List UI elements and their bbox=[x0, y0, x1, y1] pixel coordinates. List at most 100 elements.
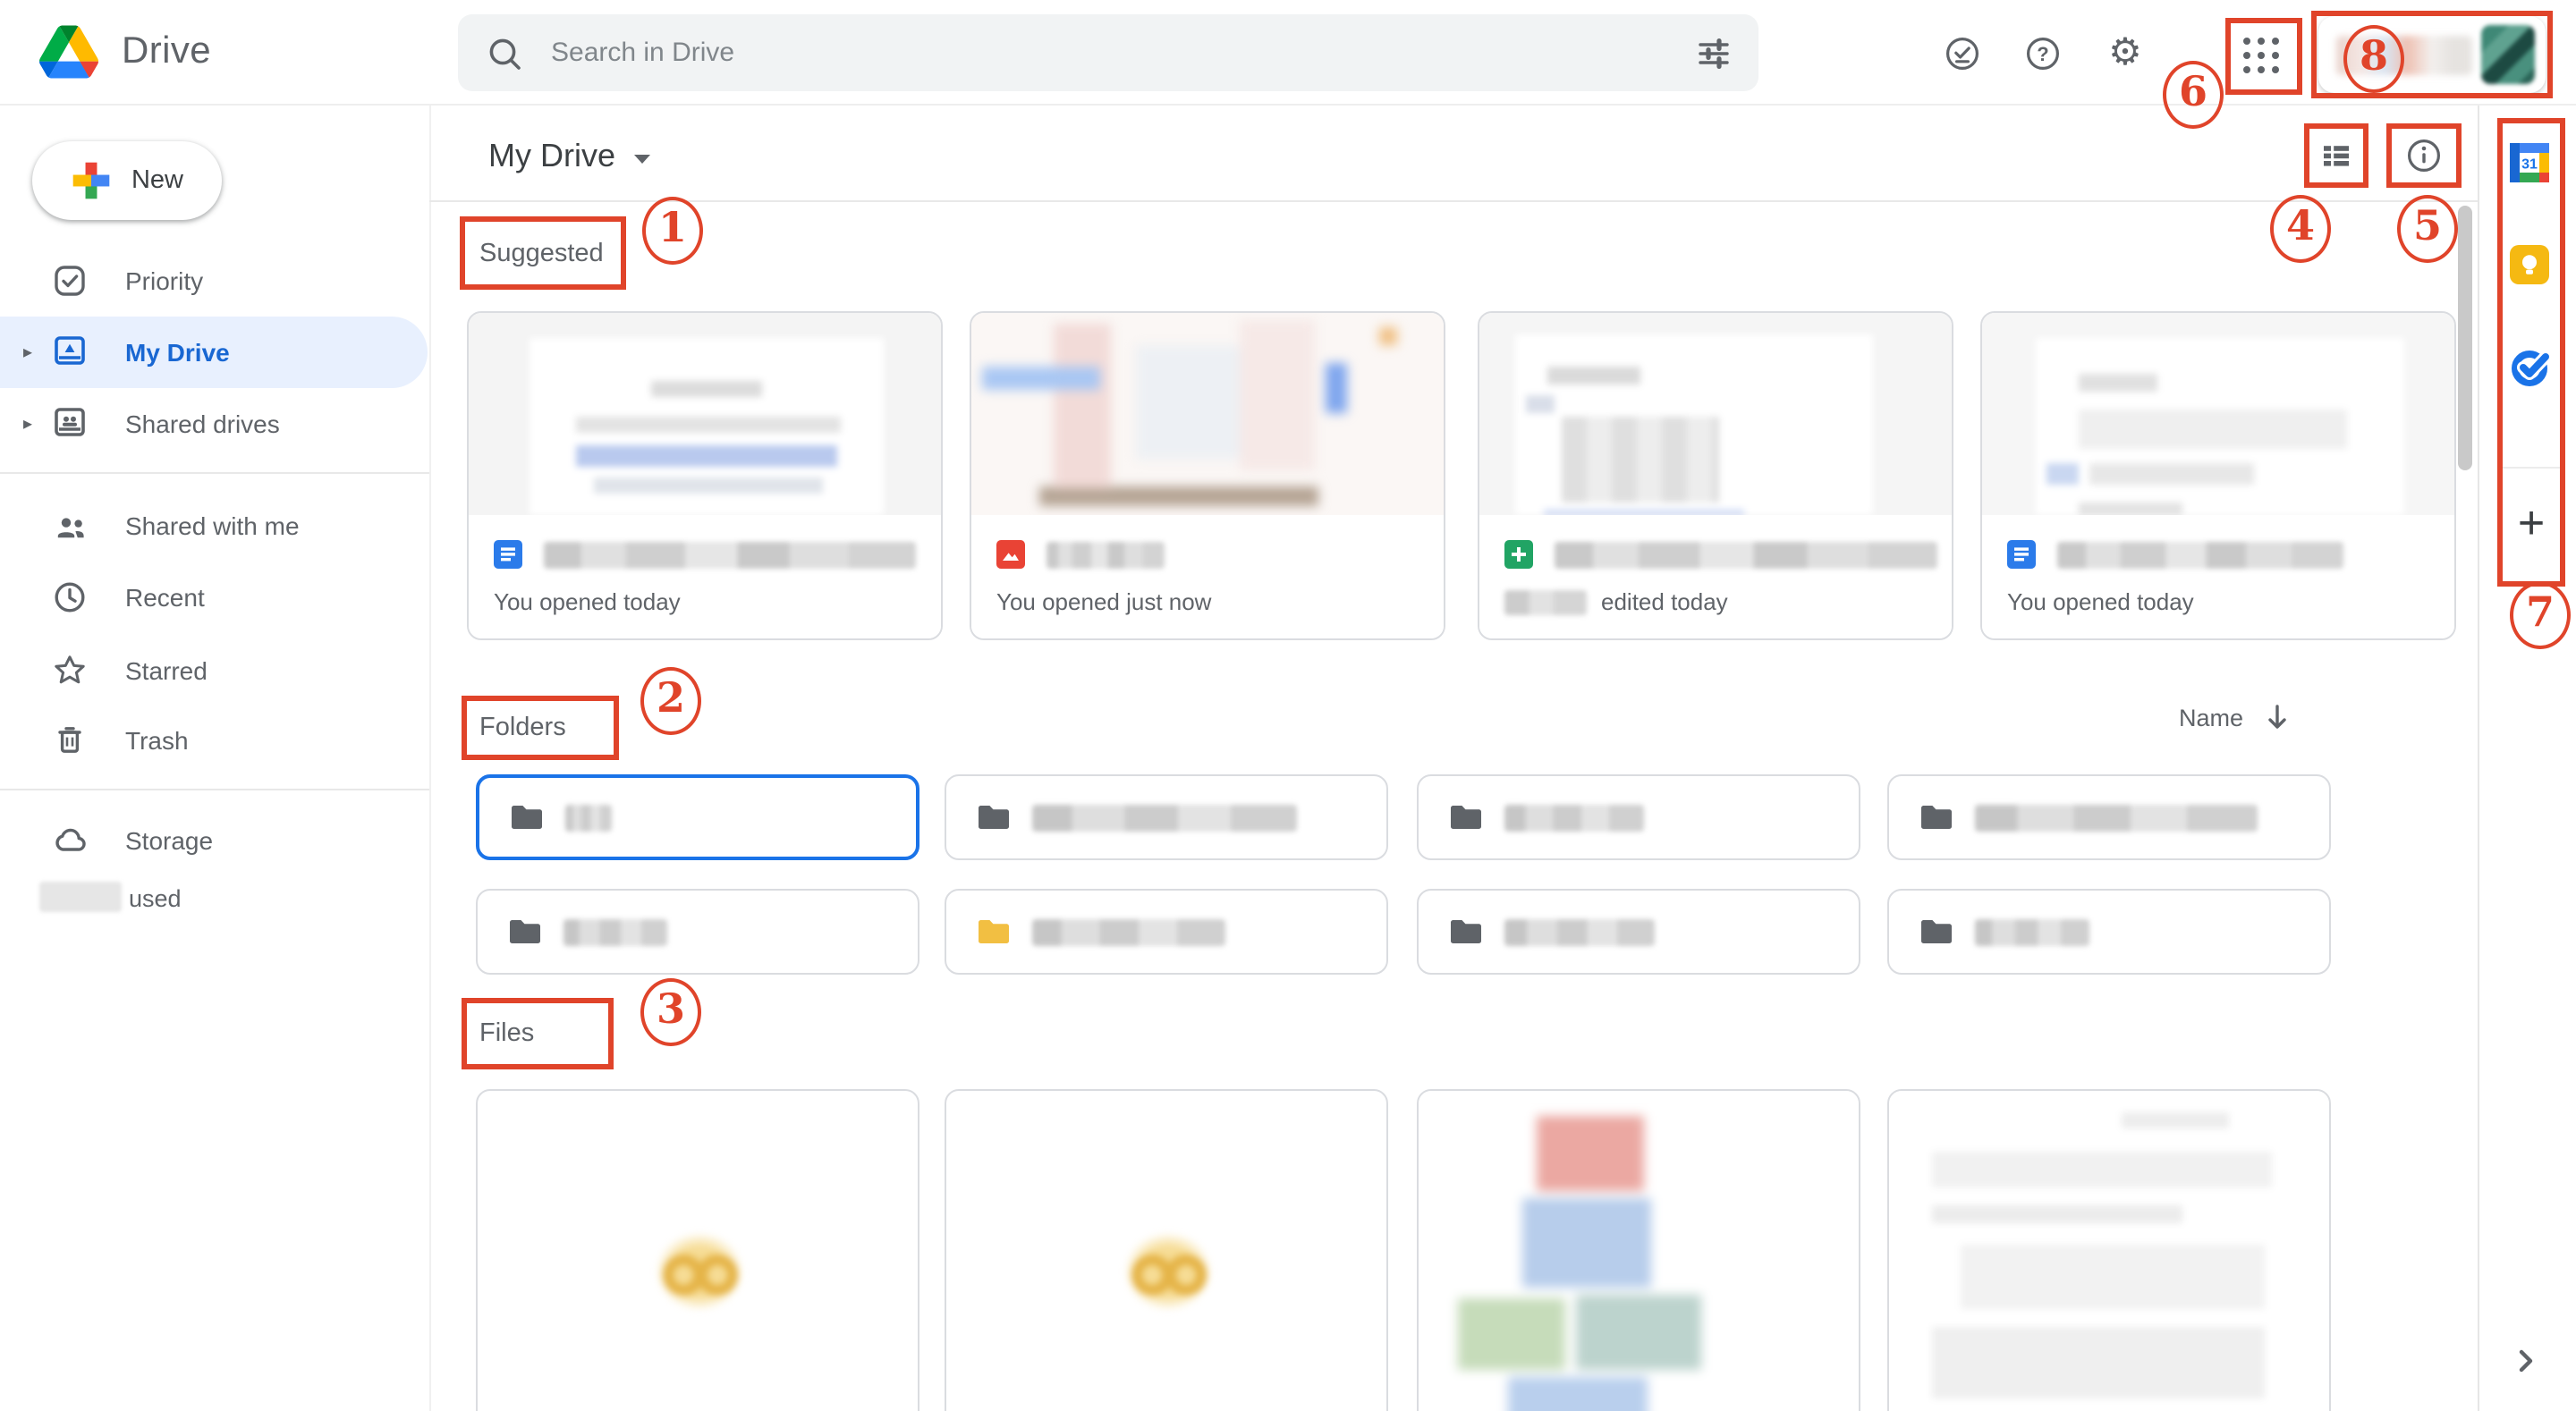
avatar[interactable] bbox=[2481, 25, 2535, 84]
section-label-suggested: Suggested bbox=[479, 240, 604, 268]
google-keep-icon[interactable] bbox=[2510, 245, 2549, 284]
annotation-number-1: 1 bbox=[642, 197, 703, 265]
svg-text:?: ? bbox=[2037, 43, 2048, 65]
expand-arrow-icon[interactable]: ▸ bbox=[23, 342, 41, 362]
shared-folder-icon bbox=[975, 917, 1011, 946]
sidebar-item-trash[interactable]: Trash bbox=[0, 705, 428, 776]
storage-usage-line: used bbox=[0, 885, 429, 921]
section-label-files: Files bbox=[479, 1019, 534, 1048]
top-app-bar: Drive bbox=[0, 0, 2576, 106]
google-doc-icon bbox=[494, 540, 522, 569]
card-footer: You opened today bbox=[1982, 515, 2454, 640]
sidebar-item-label: Shared with me bbox=[125, 511, 300, 540]
file-tile[interactable] bbox=[476, 1089, 919, 1411]
settings-gear-icon[interactable]: ⚙ bbox=[2106, 34, 2145, 73]
sort-by-name-label: Name bbox=[2179, 704, 2243, 731]
folder-name-blurred bbox=[565, 804, 612, 831]
folder-icon bbox=[1447, 917, 1483, 946]
sidebar-divider bbox=[0, 789, 429, 790]
folder-icon bbox=[1447, 803, 1483, 832]
sidebar-item-label: My Drive bbox=[125, 338, 230, 367]
priority-check-icon bbox=[52, 263, 88, 299]
storage-used-label: used bbox=[129, 885, 182, 912]
new-button-label: New bbox=[131, 166, 183, 195]
sidebar-item-storage[interactable]: Storage bbox=[0, 805, 428, 876]
folder-tile[interactable] bbox=[1887, 774, 2331, 860]
document-thumbnail bbox=[1889, 1091, 2329, 1411]
file-thumbnail bbox=[469, 313, 941, 517]
search-input[interactable] bbox=[547, 36, 1698, 70]
tune-filters-icon[interactable] bbox=[1698, 37, 1730, 69]
folder-icon bbox=[1918, 803, 1953, 832]
file-tile[interactable] bbox=[945, 1089, 1388, 1411]
folder-tile[interactable] bbox=[1887, 889, 2331, 975]
sidebar-item-my-drive[interactable]: ▸ My Drive bbox=[0, 317, 428, 388]
folder-tile[interactable] bbox=[945, 889, 1388, 975]
svg-text:31: 31 bbox=[2521, 156, 2538, 172]
google-tasks-icon[interactable] bbox=[2510, 345, 2553, 388]
suggested-card[interactable]: You opened today bbox=[1980, 311, 2456, 640]
sidebar-item-label: Trash bbox=[125, 726, 189, 755]
file-thumbnail bbox=[971, 313, 1444, 517]
drive-home-link[interactable]: Drive bbox=[39, 25, 211, 79]
google-apps-grid-icon[interactable] bbox=[2243, 38, 2279, 73]
google-doc-icon bbox=[2007, 540, 2036, 569]
offline-ready-icon[interactable] bbox=[1943, 34, 1982, 73]
list-view-toggle-icon[interactable] bbox=[2317, 136, 2356, 175]
sidebar-item-shared-with-me[interactable]: Shared with me bbox=[0, 490, 428, 562]
new-button[interactable]: New bbox=[32, 141, 222, 220]
drive-logo-icon bbox=[39, 25, 98, 79]
section-label-folders: Folders bbox=[479, 714, 566, 742]
suggested-card[interactable]: edited today bbox=[1478, 311, 1953, 640]
suggested-card[interactable]: You opened today bbox=[467, 311, 943, 640]
suggested-card[interactable]: You opened just now bbox=[970, 311, 1445, 640]
help-icon[interactable]: ? bbox=[2023, 34, 2063, 73]
details-info-icon[interactable] bbox=[2404, 136, 2444, 175]
sidebar-item-label: Recent bbox=[125, 583, 205, 612]
sidebar-item-priority[interactable]: Priority bbox=[0, 245, 428, 317]
folder-name-blurred bbox=[1975, 918, 2089, 945]
chevron-right-icon[interactable] bbox=[2512, 1347, 2540, 1375]
file-status: You opened today bbox=[2007, 588, 2194, 615]
folder-tile[interactable] bbox=[476, 889, 919, 975]
sort-direction-arrow-icon bbox=[2265, 703, 2290, 731]
left-navigation: New Priority ▸ My Drive bbox=[0, 104, 431, 1411]
folder-icon bbox=[1918, 917, 1953, 946]
folder-tile[interactable] bbox=[476, 774, 919, 860]
folder-tile[interactable] bbox=[1417, 889, 1860, 975]
file-tile[interactable] bbox=[1887, 1089, 2331, 1411]
file-title-blurred bbox=[1046, 541, 1165, 568]
chevron-down-icon[interactable] bbox=[631, 152, 653, 166]
panel-divider bbox=[2503, 467, 2560, 469]
file-status: edited today bbox=[1504, 588, 1728, 615]
side-panel-divider bbox=[2478, 104, 2479, 1411]
sidebar-item-starred[interactable]: Starred bbox=[0, 635, 428, 706]
sidebar-item-recent[interactable]: Recent bbox=[0, 562, 428, 633]
folder-name-blurred bbox=[1975, 804, 2258, 831]
add-addon-button[interactable]: + bbox=[2508, 499, 2555, 545]
file-tile[interactable] bbox=[1417, 1089, 1860, 1411]
recent-clock-icon bbox=[52, 579, 88, 615]
account-name-blurred bbox=[2336, 36, 2472, 75]
folder-name-blurred bbox=[1032, 918, 1225, 945]
file-title-blurred bbox=[1555, 541, 1937, 568]
folder-tile[interactable] bbox=[945, 774, 1388, 860]
breadcrumb-my-drive[interactable]: My Drive bbox=[488, 138, 615, 175]
file-thumbnail bbox=[1479, 313, 1952, 517]
vertical-scrollbar[interactable] bbox=[2458, 206, 2472, 470]
folder-name-blurred bbox=[1504, 918, 1655, 945]
google-calendar-icon[interactable]: 31 bbox=[2510, 143, 2549, 182]
sidebar-item-shared-drives[interactable]: ▸ Shared drives bbox=[0, 388, 428, 460]
annotation-number-3: 3 bbox=[640, 978, 701, 1046]
card-footer: edited today bbox=[1479, 515, 1952, 640]
account-switcher[interactable] bbox=[2318, 16, 2546, 93]
folder-icon bbox=[508, 803, 544, 832]
expand-arrow-icon[interactable]: ▸ bbox=[23, 414, 41, 434]
sort-control[interactable]: Name bbox=[2179, 703, 2290, 731]
file-status: You opened just now bbox=[996, 588, 1211, 615]
search-bar[interactable] bbox=[458, 14, 1758, 91]
diagram-thumbnail bbox=[1419, 1091, 1859, 1411]
file-status: You opened today bbox=[494, 588, 681, 615]
folder-tile[interactable] bbox=[1417, 774, 1860, 860]
folder-name-blurred bbox=[564, 918, 667, 945]
